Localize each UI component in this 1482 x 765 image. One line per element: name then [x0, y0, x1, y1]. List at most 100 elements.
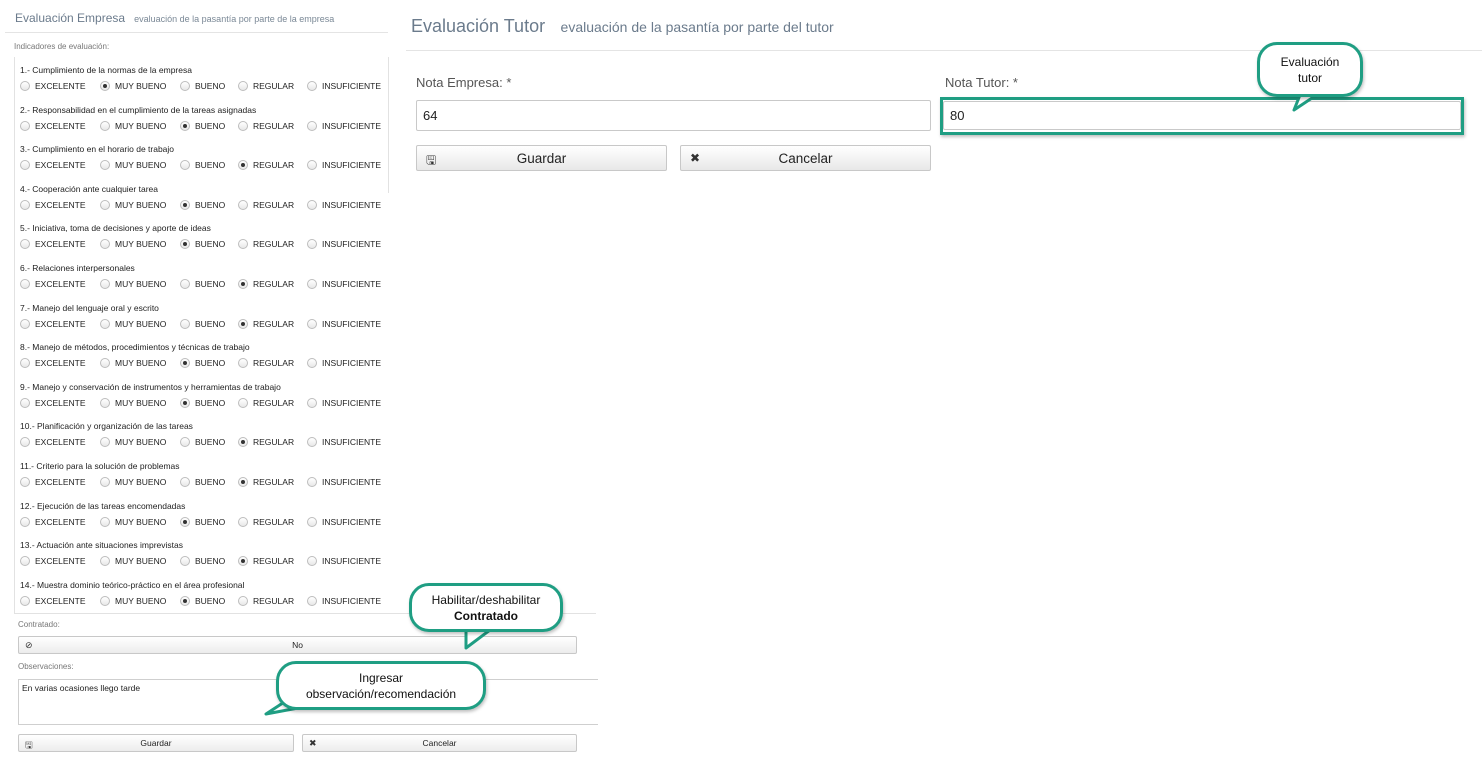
- rating-option[interactable]: BUENO: [180, 356, 225, 370]
- rating-option[interactable]: EXCELENTE: [20, 198, 86, 212]
- rating-option[interactable]: BUENO: [180, 554, 225, 568]
- radio-button[interactable]: [238, 81, 248, 91]
- rating-option[interactable]: REGULAR: [238, 237, 294, 251]
- rating-option[interactable]: REGULAR: [238, 158, 294, 172]
- radio-button[interactable]: [100, 358, 110, 369]
- radio-button[interactable]: [307, 556, 317, 567]
- radio-button[interactable]: [100, 595, 110, 606]
- empresa-cancel-button[interactable]: ✖ Cancelar: [302, 734, 577, 752]
- radio-button[interactable]: [20, 595, 30, 606]
- rating-option[interactable]: MUY BUENO: [100, 79, 166, 93]
- radio-button[interactable]: [100, 437, 110, 448]
- radio-button[interactable]: [180, 397, 190, 408]
- rating-option[interactable]: REGULAR: [238, 435, 294, 449]
- radio-button[interactable]: [238, 199, 248, 210]
- rating-option[interactable]: EXCELENTE: [20, 515, 86, 529]
- rating-option[interactable]: INSUFICIENTE: [307, 594, 381, 608]
- radio-button[interactable]: [100, 81, 110, 91]
- rating-option[interactable]: EXCELENTE: [20, 554, 86, 568]
- tutor-cancel-button[interactable]: ✖ Cancelar: [680, 145, 931, 171]
- radio-button[interactable]: [20, 279, 30, 289]
- rating-option[interactable]: MUY BUENO: [100, 554, 166, 568]
- radio-button[interactable]: [20, 239, 30, 250]
- rating-option[interactable]: BUENO: [180, 119, 225, 133]
- radio-button[interactable]: [307, 397, 317, 408]
- radio-button[interactable]: [238, 437, 248, 448]
- radio-button[interactable]: [100, 279, 110, 289]
- rating-option[interactable]: INSUFICIENTE: [307, 119, 381, 133]
- radio-button[interactable]: [238, 279, 248, 289]
- rating-option[interactable]: MUY BUENO: [100, 198, 166, 212]
- rating-option[interactable]: REGULAR: [238, 515, 294, 529]
- radio-button[interactable]: [238, 477, 248, 487]
- rating-option[interactable]: BUENO: [180, 435, 225, 449]
- rating-option[interactable]: MUY BUENO: [100, 515, 166, 529]
- rating-option[interactable]: INSUFICIENTE: [307, 198, 381, 212]
- rating-option[interactable]: MUY BUENO: [100, 317, 166, 331]
- rating-option[interactable]: REGULAR: [238, 198, 294, 212]
- rating-option[interactable]: BUENO: [180, 277, 225, 291]
- contratado-toggle-button[interactable]: ⊘ No: [18, 636, 577, 654]
- rating-option[interactable]: EXCELENTE: [20, 317, 86, 331]
- radio-button[interactable]: [180, 556, 190, 567]
- radio-button[interactable]: [20, 516, 30, 527]
- nota-tutor-input[interactable]: [943, 101, 1461, 130]
- radio-button[interactable]: [20, 397, 30, 408]
- rating-option[interactable]: EXCELENTE: [20, 119, 86, 133]
- rating-option[interactable]: REGULAR: [238, 79, 294, 93]
- radio-button[interactable]: [307, 477, 317, 487]
- radio-button[interactable]: [307, 120, 317, 131]
- rating-option[interactable]: MUY BUENO: [100, 396, 166, 410]
- nota-empresa-input[interactable]: [416, 100, 931, 131]
- rating-option[interactable]: BUENO: [180, 317, 225, 331]
- radio-button[interactable]: [180, 81, 190, 91]
- radio-button[interactable]: [180, 516, 190, 527]
- radio-button[interactable]: [180, 239, 190, 250]
- radio-button[interactable]: [100, 477, 110, 487]
- radio-button[interactable]: [307, 279, 317, 289]
- radio-button[interactable]: [307, 199, 317, 210]
- radio-button[interactable]: [180, 437, 190, 448]
- radio-button[interactable]: [20, 199, 30, 210]
- rating-option[interactable]: EXCELENTE: [20, 158, 86, 172]
- radio-button[interactable]: [100, 239, 110, 250]
- radio-button[interactable]: [238, 595, 248, 606]
- radio-button[interactable]: [100, 397, 110, 408]
- radio-button[interactable]: [20, 556, 30, 567]
- rating-option[interactable]: EXCELENTE: [20, 475, 86, 489]
- radio-button[interactable]: [307, 81, 317, 91]
- rating-option[interactable]: EXCELENTE: [20, 435, 86, 449]
- radio-button[interactable]: [20, 437, 30, 448]
- rating-option[interactable]: REGULAR: [238, 119, 294, 133]
- radio-button[interactable]: [238, 358, 248, 369]
- rating-option[interactable]: REGULAR: [238, 356, 294, 370]
- empresa-save-button[interactable]: 🖫 Guardar: [18, 734, 294, 752]
- radio-button[interactable]: [238, 120, 248, 131]
- rating-option[interactable]: BUENO: [180, 515, 225, 529]
- radio-button[interactable]: [100, 556, 110, 567]
- radio-button[interactable]: [180, 160, 190, 171]
- rating-option[interactable]: MUY BUENO: [100, 158, 166, 172]
- radio-button[interactable]: [238, 397, 248, 408]
- rating-option[interactable]: EXCELENTE: [20, 594, 86, 608]
- rating-option[interactable]: INSUFICIENTE: [307, 237, 381, 251]
- rating-option[interactable]: REGULAR: [238, 554, 294, 568]
- rating-option[interactable]: EXCELENTE: [20, 356, 86, 370]
- rating-option[interactable]: MUY BUENO: [100, 277, 166, 291]
- radio-button[interactable]: [180, 358, 190, 369]
- radio-button[interactable]: [180, 477, 190, 487]
- radio-button[interactable]: [20, 358, 30, 369]
- rating-option[interactable]: MUY BUENO: [100, 594, 166, 608]
- radio-button[interactable]: [307, 318, 317, 329]
- rating-option[interactable]: INSUFICIENTE: [307, 396, 381, 410]
- radio-button[interactable]: [180, 595, 190, 606]
- rating-option[interactable]: BUENO: [180, 475, 225, 489]
- rating-option[interactable]: EXCELENTE: [20, 237, 86, 251]
- rating-option[interactable]: INSUFICIENTE: [307, 158, 381, 172]
- rating-option[interactable]: REGULAR: [238, 594, 294, 608]
- rating-option[interactable]: MUY BUENO: [100, 119, 166, 133]
- rating-option[interactable]: MUY BUENO: [100, 237, 166, 251]
- radio-button[interactable]: [238, 556, 248, 567]
- radio-button[interactable]: [20, 160, 30, 171]
- rating-option[interactable]: INSUFICIENTE: [307, 475, 381, 489]
